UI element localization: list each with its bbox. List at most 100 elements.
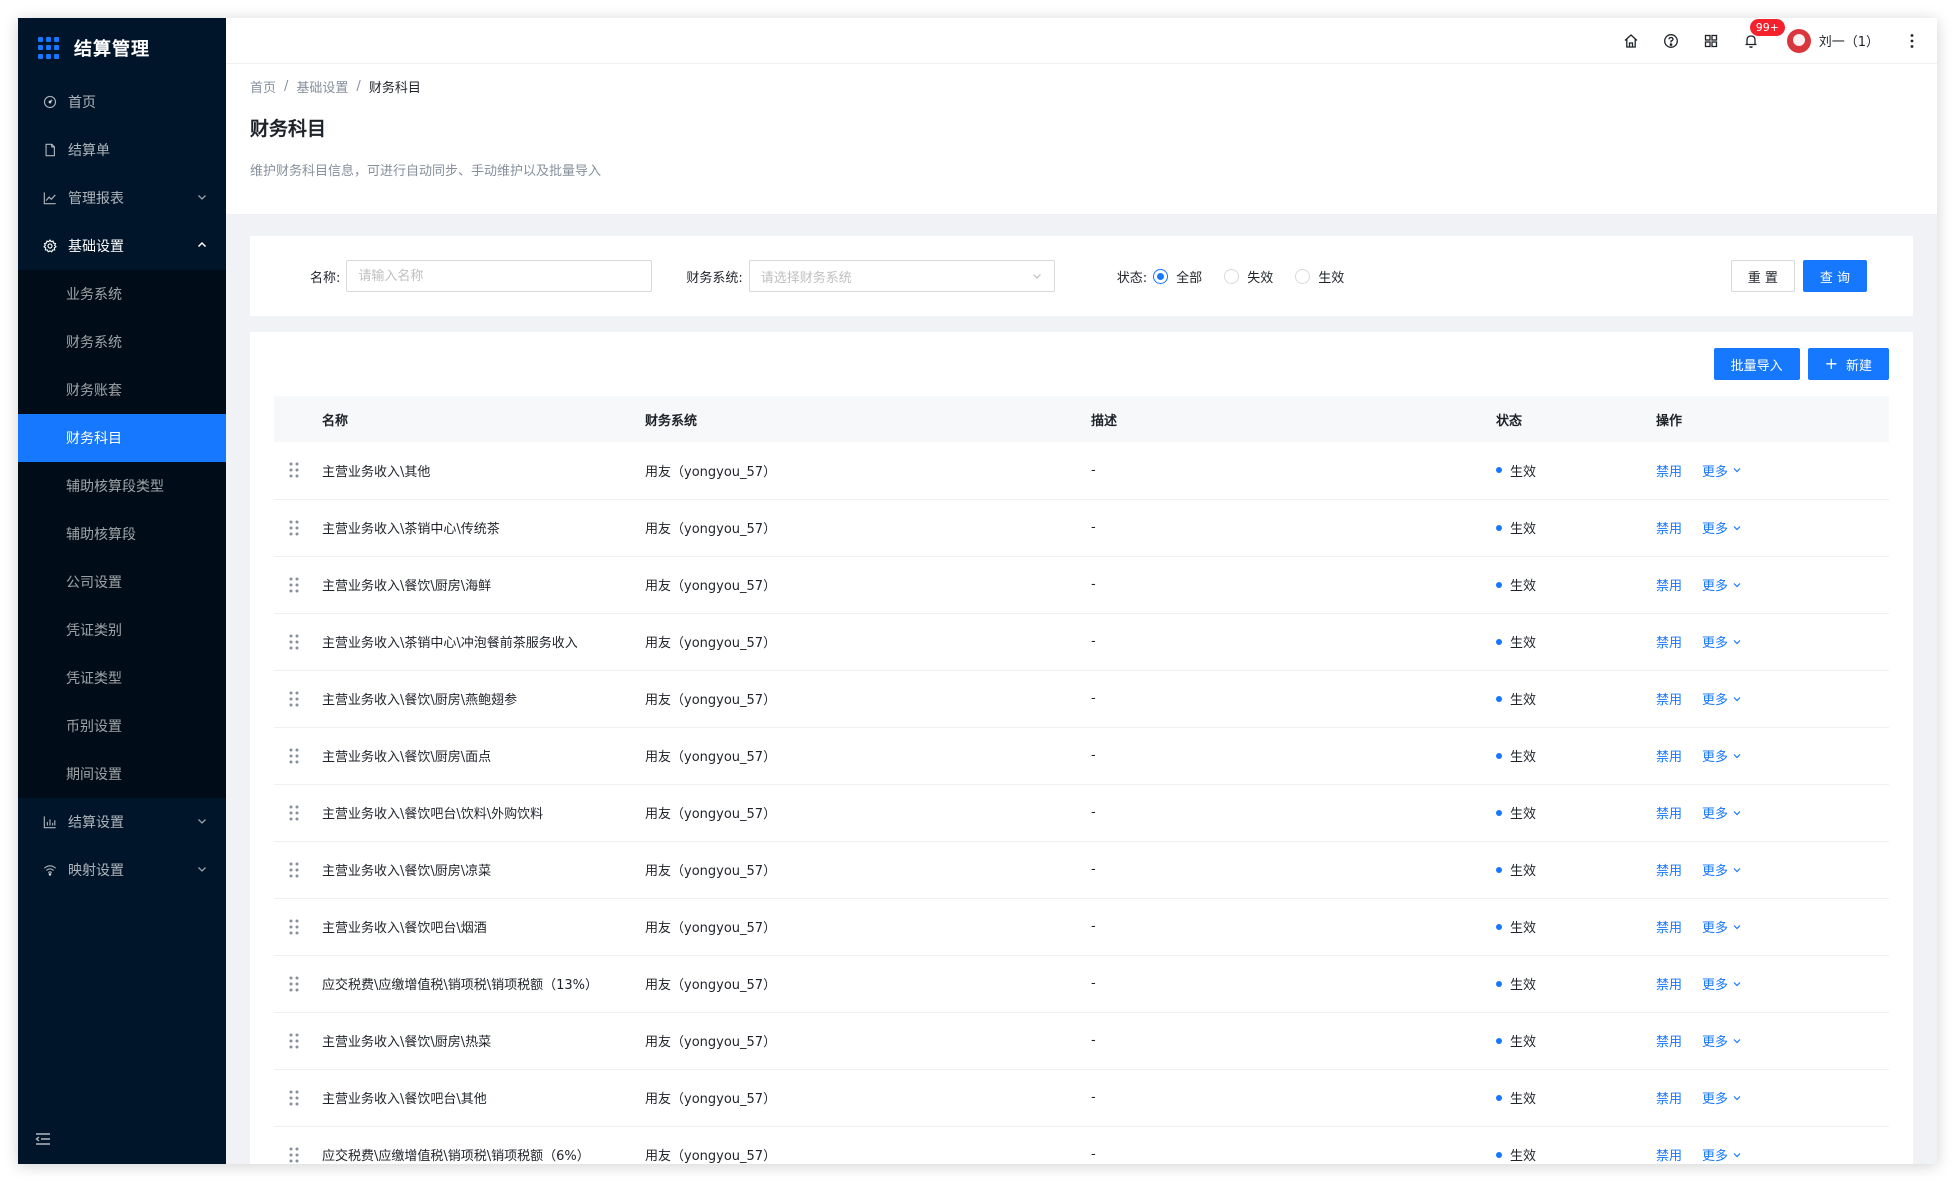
disable-link[interactable]: 禁用 [1656,860,1682,879]
sidebar-item-mapping-settings[interactable]: 映射设置 [18,846,226,894]
more-vertical-icon[interactable] [1905,32,1919,50]
sidebar-item-settlement[interactable]: 结算单 [18,126,226,174]
batch-import-button[interactable]: 批量导入 [1713,348,1800,380]
drag-handle-icon[interactable] [288,461,300,479]
more-link-label: 更多 [1702,693,1729,708]
sidebar-subitem[interactable]: 凭证类别 [18,606,226,654]
more-dropdown[interactable]: 更多 [1702,1031,1742,1050]
radio-indicator [1224,268,1240,284]
system-select[interactable]: 请选择财务系统 [748,260,1055,292]
status-dot [1496,980,1502,987]
disable-link[interactable]: 禁用 [1656,1145,1682,1164]
more-link-label: 更多 [1702,579,1729,594]
disable-link[interactable]: 禁用 [1656,461,1682,480]
cell-description: - [1091,520,1096,535]
more-dropdown[interactable]: 更多 [1702,461,1742,480]
disable-link[interactable]: 禁用 [1656,974,1682,993]
disable-link[interactable]: 禁用 [1656,803,1682,822]
cell-system: 用友（yongyou_57） [645,579,777,594]
row-actions: 禁用 更多 [1656,1145,1889,1164]
drag-handle-icon[interactable] [288,918,300,936]
disable-link[interactable]: 禁用 [1656,746,1682,765]
drag-handle-icon[interactable] [288,804,300,822]
status-radio-invalid[interactable]: 失效 [1224,267,1273,286]
drag-handle-icon[interactable] [288,519,300,537]
breadcrumb-separator: / [356,78,361,94]
brand[interactable]: 结算管理 [18,18,226,78]
sidebar-subitem[interactable]: 期间设置 [18,750,226,798]
user-menu[interactable]: 刘一（1） [1786,28,1879,53]
sidebar-subitem[interactable]: 业务系统 [18,270,226,318]
drag-handle-icon[interactable] [288,1146,300,1164]
more-dropdown[interactable]: 更多 [1702,746,1742,765]
drag-handle-icon[interactable] [288,975,300,993]
disable-link[interactable]: 禁用 [1656,518,1682,537]
drag-handle-icon[interactable] [288,1089,300,1107]
more-dropdown[interactable]: 更多 [1702,1088,1742,1107]
disable-link[interactable]: 禁用 [1656,575,1682,594]
sidebar-subitem[interactable]: 财务账套 [18,366,226,414]
menu-fold-icon[interactable] [34,1130,52,1148]
disable-link[interactable]: 禁用 [1656,1031,1682,1050]
cell-name: 主营业务收入\餐饮吧台\烟酒 [322,921,487,936]
home-icon[interactable] [1622,32,1640,50]
cell-system: 用友（yongyou_57） [645,921,777,936]
row-actions: 禁用 更多 [1656,689,1889,708]
drag-handle-icon[interactable] [288,747,300,765]
more-dropdown[interactable]: 更多 [1702,632,1742,651]
drag-handle-icon[interactable] [288,690,300,708]
status-badge: 生效 [1496,575,1656,594]
cell-system: 用友（yongyou_57） [645,693,777,708]
drag-handle-icon[interactable] [288,576,300,594]
more-dropdown[interactable]: 更多 [1702,1145,1742,1164]
page-title: 财务科目 [250,118,327,140]
sidebar-subitem[interactable]: 公司设置 [18,558,226,606]
status-radio-valid[interactable]: 生效 [1295,267,1344,286]
new-button[interactable]: + 新建 [1807,348,1889,380]
breadcrumb-basic-settings[interactable]: 基础设置 [296,77,348,96]
sidebar-subitem[interactable]: 财务系统 [18,318,226,366]
status-radio-group: 全部 失效 生效 [1153,267,1366,286]
name-input[interactable] [346,260,653,292]
more-dropdown[interactable]: 更多 [1702,689,1742,708]
drag-handle-icon[interactable] [288,633,300,651]
radio-indicator [1153,268,1169,284]
sidebar-item-home[interactable]: 首页 [18,78,226,126]
disable-link[interactable]: 禁用 [1656,1088,1682,1107]
sidebar-item-basic-settings[interactable]: 基础设置 [18,222,226,270]
more-dropdown[interactable]: 更多 [1702,803,1742,822]
sidebar-subitem[interactable]: 辅助核算段类型 [18,462,226,510]
disable-link[interactable]: 禁用 [1656,632,1682,651]
drag-handle-icon[interactable] [288,861,300,879]
sidebar: 结算管理 首页 结算单 管理报表 基础设置 业务系统 财务系统 财务账套 财务科… [18,18,226,1164]
disable-link[interactable]: 禁用 [1656,689,1682,708]
sidebar-item-reports[interactable]: 管理报表 [18,174,226,222]
more-dropdown[interactable]: 更多 [1702,518,1742,537]
reset-button[interactable]: 重 置 [1730,260,1795,292]
disable-link[interactable]: 禁用 [1656,917,1682,936]
status-radio-all[interactable]: 全部 [1153,267,1202,286]
more-dropdown[interactable]: 更多 [1702,860,1742,879]
drag-handle-icon[interactable] [288,1032,300,1050]
status-dot [1496,1151,1502,1158]
sidebar-item-settlement-settings[interactable]: 结算设置 [18,798,226,846]
bell-icon[interactable]: 99+ [1742,18,1785,50]
table-row: 主营业务收入\餐饮\厨房\面点 用友（yongyou_57） - 生效 禁用 更… [274,727,1889,784]
status-text: 生效 [1510,1149,1537,1164]
sidebar-subitem[interactable]: 辅助核算段 [18,510,226,558]
page-description: 维护财务科目信息，可进行自动同步、手动维护以及批量导入 [250,164,602,179]
drag-column-header [274,396,322,442]
more-dropdown[interactable]: 更多 [1702,575,1742,594]
more-dropdown[interactable]: 更多 [1702,917,1742,936]
sidebar-subitem[interactable]: 币别设置 [18,702,226,750]
status-dot [1496,923,1502,930]
column-header-status: 状态 [1496,413,1523,429]
sidebar-subitem-active[interactable]: 财务科目 [18,414,226,462]
query-button[interactable]: 查 询 [1802,260,1867,292]
sidebar-subitem[interactable]: 凭证类型 [18,654,226,702]
help-icon[interactable] [1662,32,1680,50]
cell-name: 主营业务收入\餐饮吧台\其他 [322,1092,487,1107]
more-dropdown[interactable]: 更多 [1702,974,1742,993]
breadcrumb-home[interactable]: 首页 [250,77,276,96]
apps-icon[interactable] [1702,32,1720,50]
